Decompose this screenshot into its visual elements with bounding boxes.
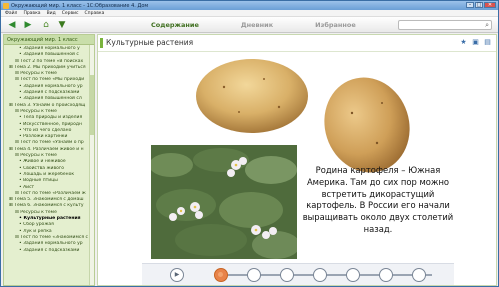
star-icon[interactable]: ★ xyxy=(459,38,468,47)
tree-item[interactable]: ⊞ Тема 6. Знакомимся с культу xyxy=(5,203,93,209)
tree-item[interactable]: • Задания повышенной сл xyxy=(5,96,93,102)
forward-arrow-icon[interactable]: ▶ xyxy=(23,20,33,30)
slide-player: ▶ xyxy=(142,263,454,285)
toolbar: ◀ ▶ ⌂ ▼ Содержание Дневник Избранное ⌕ xyxy=(1,17,498,33)
down-arrow-icon[interactable]: ▼ xyxy=(57,20,67,30)
back-arrow-icon[interactable]: ◀ xyxy=(7,20,17,30)
print-icon[interactable]: ▤ xyxy=(483,38,492,47)
step-dot[interactable] xyxy=(412,268,426,282)
menu-edit[interactable]: Правка xyxy=(23,11,40,16)
contents-tree: • Задания нормального у • Задания повышен… xyxy=(4,45,94,254)
potato-flowers-photo xyxy=(151,145,297,259)
potato-image xyxy=(196,59,308,133)
tree-item[interactable]: ⊟ Тест по теме «Мы приходи xyxy=(5,77,93,83)
content-pane: Культурные растения ★ ▣ ▤ Родина картофе… xyxy=(97,34,497,286)
menu-view[interactable]: Вид xyxy=(47,11,56,16)
tab-bar: Содержание Дневник Избранное xyxy=(151,20,356,30)
sidebar: Окружающий мир. 1 класс • Задания нормал… xyxy=(3,34,95,286)
title-bar: Окружающий мир. 1 класс - 1С:Образование… xyxy=(1,1,498,10)
save-icon[interactable]: ▣ xyxy=(471,38,480,47)
step-dot[interactable] xyxy=(247,268,261,282)
tree-item[interactable]: ⊟ Тест по теме «Узнайм о пр xyxy=(5,140,93,146)
tree-item[interactable]: • Тела природы и изделия xyxy=(5,115,93,121)
potato-image-2 xyxy=(324,77,410,173)
tab-diary[interactable]: Дневник xyxy=(241,20,273,30)
menu-bar: Файл Правка Вид Сервис Справка xyxy=(1,10,498,17)
content-header: Культурные растения ★ ▣ ▤ xyxy=(98,35,496,52)
app-window: Окружающий мир. 1 класс - 1С:Образование… xyxy=(0,0,499,287)
scrollbar-thumb[interactable] xyxy=(90,75,94,135)
caption-text: Родина картофеля – Южная Америка. Там до… xyxy=(302,165,454,234)
tree-item[interactable]: • Задания с подсказками xyxy=(5,248,93,254)
step-dot[interactable] xyxy=(313,268,327,282)
close-button[interactable]: ✕ xyxy=(484,2,496,8)
step-dot[interactable] xyxy=(280,268,294,282)
minimize-button[interactable]: – xyxy=(466,2,474,8)
menu-file[interactable]: Файл xyxy=(5,11,17,16)
tab-contents[interactable]: Содержание xyxy=(151,20,199,30)
search-input[interactable]: ⌕ xyxy=(398,20,492,30)
app-icon xyxy=(3,2,9,9)
search-icon[interactable]: ⌕ xyxy=(485,21,489,30)
sidebar-scrollbar[interactable] xyxy=(89,45,94,285)
title-accent-bar xyxy=(100,38,103,48)
sidebar-header: Окружающий мир. 1 класс xyxy=(4,35,94,45)
menu-help[interactable]: Справка xyxy=(85,11,105,16)
tab-favorites[interactable]: Избранное xyxy=(315,20,356,30)
step-dot[interactable] xyxy=(214,268,228,282)
tree-item[interactable]: ⊟ Тест 2 по теме «В поисках xyxy=(5,59,93,65)
tree-item[interactable]: • Искусственное, природн xyxy=(5,122,93,128)
page-title: Культурные растения xyxy=(106,38,194,47)
maximize-button[interactable]: □ xyxy=(475,2,483,8)
home-icon[interactable]: ⌂ xyxy=(41,20,51,30)
play-icon[interactable]: ▶ xyxy=(170,268,184,282)
tree-item[interactable]: • Задания нормального ур xyxy=(5,241,93,247)
window-title: Окружающий мир. 1 класс - 1С:Образование… xyxy=(11,2,149,9)
step-dot[interactable] xyxy=(379,268,393,282)
step-dot[interactable] xyxy=(346,268,360,282)
menu-tools[interactable]: Сервис xyxy=(62,11,79,16)
